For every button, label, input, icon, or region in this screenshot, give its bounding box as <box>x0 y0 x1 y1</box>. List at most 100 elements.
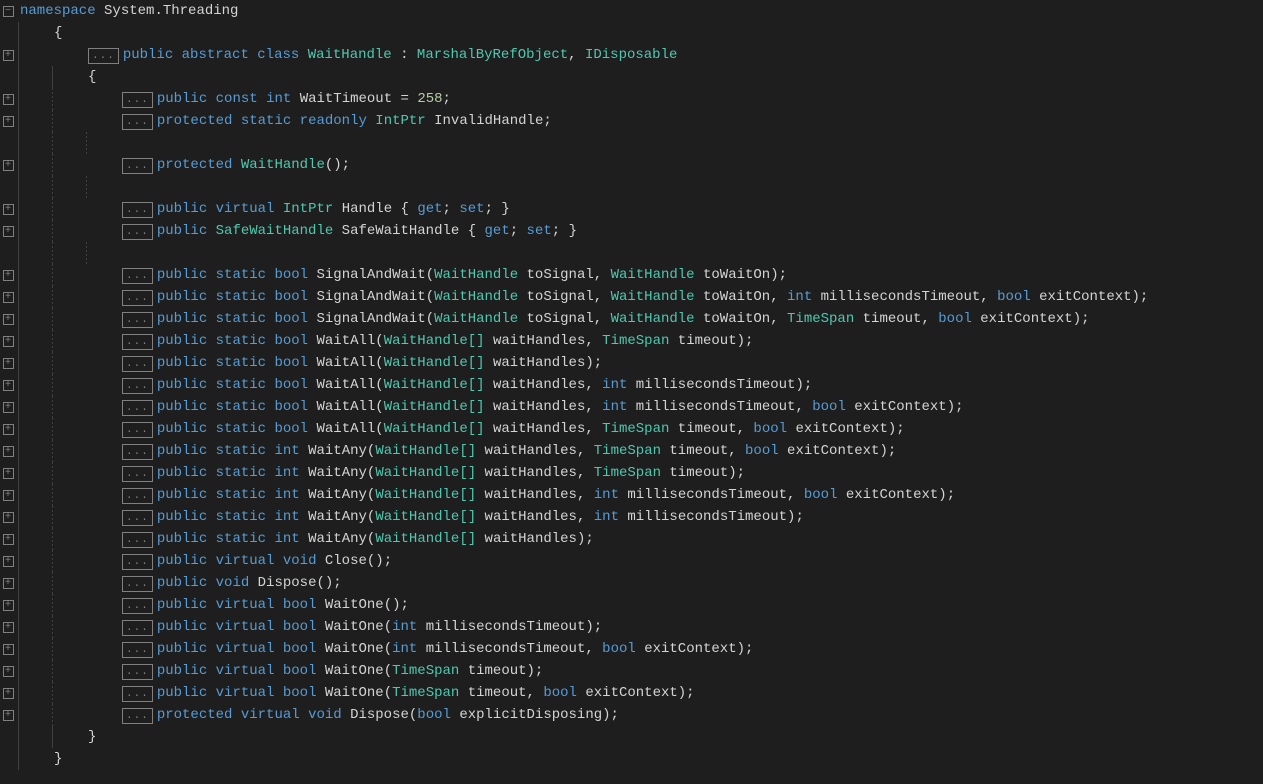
code-text[interactable]: } <box>52 748 62 770</box>
collapsed-region-icon[interactable]: ... <box>122 466 153 482</box>
code-text[interactable]: ...public static bool WaitAll(WaitHandle… <box>120 374 812 396</box>
code-text[interactable]: ...public virtual bool WaitOne(int milli… <box>120 638 753 660</box>
expand-icon[interactable]: + <box>3 424 14 435</box>
collapsed-region-icon[interactable]: ... <box>122 92 153 108</box>
fold-gutter[interactable]: + <box>0 446 18 457</box>
expand-icon[interactable]: + <box>3 666 14 677</box>
expand-icon[interactable]: + <box>3 336 14 347</box>
collapsed-region-icon[interactable]: ... <box>122 202 153 218</box>
collapsed-region-icon[interactable]: ... <box>122 532 153 548</box>
collapsed-region-icon[interactable]: ... <box>88 48 119 64</box>
code-line[interactable]: +...public virtual IntPtr Handle { get; … <box>0 198 1263 220</box>
code-text[interactable]: ...public virtual bool WaitOne(); <box>120 594 409 616</box>
collapsed-region-icon[interactable]: ... <box>122 444 153 460</box>
code-text[interactable]: { <box>86 66 96 88</box>
code-text[interactable]: ...public void Dispose(); <box>120 572 342 594</box>
code-text[interactable]: ...public static int WaitAny(WaitHandle[… <box>120 440 896 462</box>
collapsed-region-icon[interactable]: ... <box>122 312 153 328</box>
code-text[interactable]: ...public static int WaitAny(WaitHandle[… <box>120 528 594 550</box>
code-text[interactable]: ...public static int WaitAny(WaitHandle[… <box>120 462 745 484</box>
code-line[interactable]: + ...public abstract class WaitHandle : M… <box>0 44 1263 66</box>
fold-gutter[interactable]: + <box>0 270 18 281</box>
code-text[interactable]: ...public virtual void Close(); <box>120 550 392 572</box>
collapsed-region-icon[interactable]: ... <box>122 378 153 394</box>
code-text[interactable]: } <box>86 726 96 748</box>
expand-icon[interactable]: + <box>3 468 14 479</box>
expand-icon[interactable]: + <box>3 710 14 721</box>
collapsed-region-icon[interactable]: ... <box>122 356 153 372</box>
code-text[interactable]: ...public static bool WaitAll(WaitHandle… <box>120 352 602 374</box>
code-line[interactable]: + ...public static bool SignalAndWait(Wai… <box>0 264 1263 286</box>
code-line[interactable]: { <box>0 22 1263 44</box>
fold-gutter[interactable]: + <box>0 94 18 105</box>
expand-icon[interactable]: + <box>3 600 14 611</box>
code-text[interactable]: ...public static bool SignalAndWait(Wait… <box>120 264 787 286</box>
code-line[interactable]: +...public virtual bool WaitOne(TimeSpan… <box>0 660 1263 682</box>
code-line[interactable]: + ...public static bool SignalAndWait(Wai… <box>0 308 1263 330</box>
code-line[interactable]: +...public virtual bool WaitOne(int mill… <box>0 638 1263 660</box>
code-text[interactable]: ...public static int WaitAny(WaitHandle[… <box>120 484 955 506</box>
code-text[interactable]: ...public static int WaitAny(WaitHandle[… <box>120 506 804 528</box>
collapsed-region-icon[interactable]: ... <box>122 400 153 416</box>
code-line[interactable]: + ...public virtual void Close(); <box>0 550 1263 572</box>
fold-gutter[interactable]: + <box>0 204 18 215</box>
fold-gutter[interactable]: + <box>0 116 18 127</box>
collapsed-region-icon[interactable]: ... <box>122 422 153 438</box>
expand-icon[interactable]: + <box>3 226 14 237</box>
code-text[interactable]: namespace System.Threading <box>18 0 238 22</box>
code-line[interactable]: + ...public const int WaitTimeout = 258; <box>0 88 1263 110</box>
code-line[interactable] <box>0 242 1263 264</box>
code-editor[interactable]: −namespace System.Threading{+...public a… <box>0 0 1263 770</box>
collapsed-region-icon[interactable]: ... <box>122 554 153 570</box>
code-line[interactable]: + ...public static int WaitAny(WaitHandle… <box>0 484 1263 506</box>
code-text[interactable]: ...protected virtual void Dispose(bool e… <box>120 704 619 726</box>
expand-icon[interactable]: + <box>3 622 14 633</box>
fold-gutter[interactable]: + <box>0 380 18 391</box>
code-line[interactable]: } <box>0 748 1263 770</box>
code-text[interactable]: ...public const int WaitTimeout = 258; <box>120 88 451 110</box>
code-text[interactable]: ...public static bool SignalAndWait(Wait… <box>120 286 1148 308</box>
code-line[interactable]: + ...public static bool SignalAndWait(Wai… <box>0 286 1263 308</box>
collapsed-region-icon[interactable]: ... <box>122 158 153 174</box>
code-line[interactable]: + ...public static bool WaitAll(WaitHandl… <box>0 418 1263 440</box>
fold-gutter[interactable]: + <box>0 534 18 545</box>
code-text[interactable]: ...public virtual bool WaitOne(int milli… <box>120 616 602 638</box>
fold-gutter[interactable]: + <box>0 512 18 523</box>
code-text[interactable]: ...public static bool SignalAndWait(Wait… <box>120 308 1090 330</box>
expand-icon[interactable]: + <box>3 490 14 501</box>
expand-icon[interactable]: + <box>3 534 14 545</box>
expand-icon[interactable]: + <box>3 512 14 523</box>
code-line[interactable]: +...public void Dispose(); <box>0 572 1263 594</box>
collapse-icon[interactable]: − <box>3 6 14 17</box>
expand-icon[interactable]: + <box>3 204 14 215</box>
code-line[interactable]: +...public SafeWaitHandle SafeWaitHandle… <box>0 220 1263 242</box>
expand-icon[interactable]: + <box>3 116 14 127</box>
expand-icon[interactable]: + <box>3 50 14 61</box>
collapsed-region-icon[interactable]: ... <box>122 510 153 526</box>
collapsed-region-icon[interactable]: ... <box>122 686 153 702</box>
fold-gutter[interactable]: + <box>0 424 18 435</box>
expand-icon[interactable]: + <box>3 314 14 325</box>
expand-icon[interactable]: + <box>3 358 14 369</box>
collapsed-region-icon[interactable]: ... <box>122 620 153 636</box>
code-text[interactable]: ...public abstract class WaitHandle : Ma… <box>86 44 677 66</box>
code-line[interactable]: + ...public static int WaitAny(WaitHandle… <box>0 462 1263 484</box>
code-line[interactable]: −namespace System.Threading <box>0 0 1263 22</box>
fold-gutter[interactable]: + <box>0 358 18 369</box>
collapsed-region-icon[interactable]: ... <box>122 708 153 724</box>
code-line[interactable]: +...public virtual bool WaitOne(TimeSpan… <box>0 682 1263 704</box>
fold-gutter[interactable]: − <box>0 6 18 17</box>
fold-gutter[interactable]: + <box>0 468 18 479</box>
collapsed-region-icon[interactable]: ... <box>122 268 153 284</box>
fold-gutter[interactable]: + <box>0 622 18 633</box>
collapsed-region-icon[interactable]: ... <box>122 598 153 614</box>
expand-icon[interactable]: + <box>3 292 14 303</box>
code-line[interactable]: { <box>0 66 1263 88</box>
fold-gutter[interactable]: + <box>0 292 18 303</box>
code-text[interactable]: ...public static bool WaitAll(WaitHandle… <box>120 418 905 440</box>
code-line[interactable]: + ...public static bool WaitAll(WaitHandl… <box>0 374 1263 396</box>
code-line[interactable]: } <box>0 726 1263 748</box>
fold-gutter[interactable]: + <box>0 556 18 567</box>
code-line[interactable]: +...protected static readonly IntPtr Inv… <box>0 110 1263 132</box>
expand-icon[interactable]: + <box>3 380 14 391</box>
